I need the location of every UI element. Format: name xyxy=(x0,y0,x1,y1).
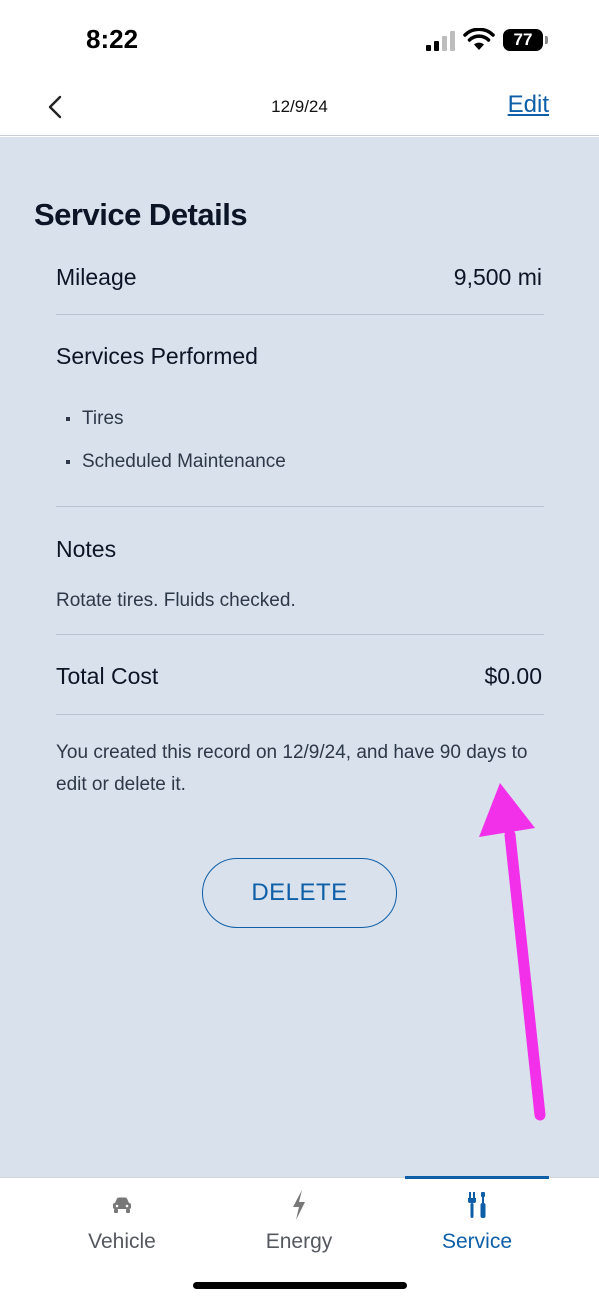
delete-button[interactable]: DELETE xyxy=(202,858,397,928)
divider xyxy=(56,506,544,507)
tab-label: Vehicle xyxy=(88,1230,156,1253)
service-list-item: Scheduled Maintenance xyxy=(66,451,286,473)
notes-text: Rotate tires. Fluids checked. xyxy=(56,590,296,611)
tab-label: Energy xyxy=(265,1230,333,1253)
signal-icon xyxy=(426,31,455,51)
divider xyxy=(56,634,544,635)
total-cost-value: $0.00 xyxy=(484,663,542,689)
tab-service[interactable]: Service xyxy=(387,1178,567,1258)
services-performed-label: Services Performed xyxy=(56,343,258,369)
wifi-icon xyxy=(463,28,495,50)
divider xyxy=(56,714,544,715)
service-item-label: Tires xyxy=(82,408,124,429)
section-title: Service Details xyxy=(34,197,248,232)
wrench-screwdriver-icon xyxy=(466,1190,488,1220)
lightning-icon xyxy=(291,1190,307,1220)
mileage-value: 9,500 mi xyxy=(453,264,542,290)
total-cost-label: Total Cost xyxy=(56,663,159,689)
tab-label: Service xyxy=(441,1230,513,1253)
home-indicator[interactable] xyxy=(193,1282,407,1289)
bullet-icon xyxy=(66,417,70,421)
battery-icon: 77 xyxy=(503,29,543,51)
status-time: 8:22 xyxy=(86,24,139,54)
mileage-label: Mileage xyxy=(56,264,137,290)
status-bar: 8:22 77 xyxy=(0,0,599,78)
battery-level: 77 xyxy=(513,30,533,49)
record-edit-info: You created this record on 12/9/24, and … xyxy=(56,742,528,795)
tab-vehicle[interactable]: Vehicle xyxy=(32,1178,212,1258)
notes-label: Notes xyxy=(56,536,117,562)
annotation-arrow-icon xyxy=(479,783,546,1121)
car-icon xyxy=(111,1190,133,1220)
bullet-icon xyxy=(66,460,70,464)
edit-link[interactable]: Edit xyxy=(508,91,549,119)
service-list-item: Tires xyxy=(66,408,124,430)
service-item-label: Scheduled Maintenance xyxy=(82,451,286,472)
tab-energy[interactable]: Energy xyxy=(209,1178,389,1258)
battery-tip xyxy=(545,36,548,44)
nav-header: 12/9/24 Edit xyxy=(0,78,599,136)
divider xyxy=(56,314,544,315)
